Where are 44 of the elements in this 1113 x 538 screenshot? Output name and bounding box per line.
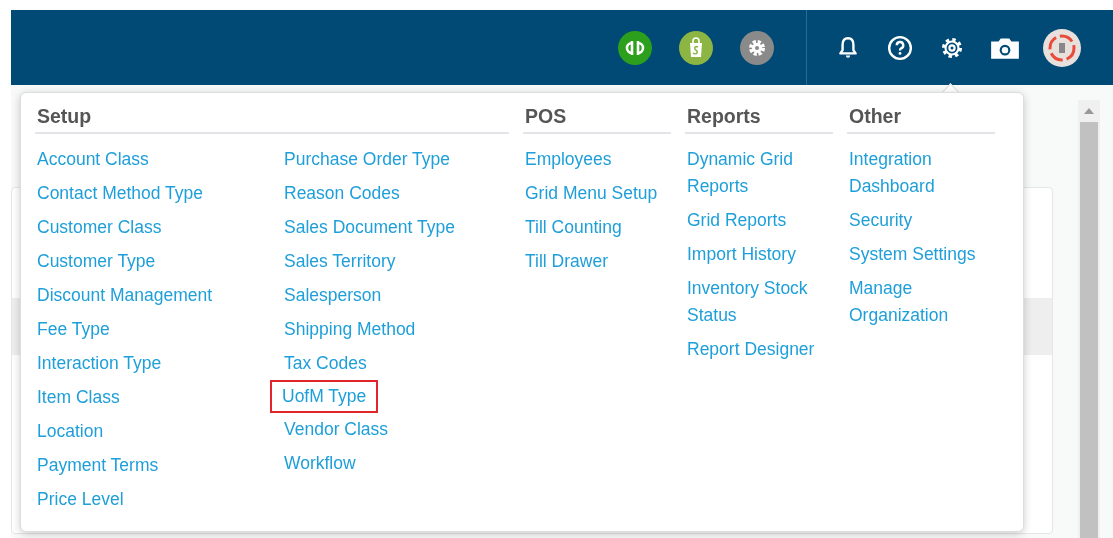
avatar-icon[interactable]: [1043, 28, 1081, 67]
gear-icon[interactable]: [740, 30, 774, 65]
menu-link[interactable]: Contact Method Type: [33, 178, 208, 209]
menu-link[interactable]: UofM Type: [270, 380, 379, 413]
menu-link[interactable]: Tax Codes: [280, 348, 371, 379]
quickbooks-icon[interactable]: [618, 30, 652, 65]
menu-link[interactable]: Till Counting: [521, 212, 626, 243]
menu-link[interactable]: Integration Dashboard: [845, 144, 995, 202]
menu-link[interactable]: Dynamic Grid Reports: [683, 144, 833, 202]
menu-link[interactable]: Shipping Method: [280, 314, 420, 345]
menu-link[interactable]: Item Class: [33, 382, 124, 413]
menu-link[interactable]: Salesperson: [280, 280, 386, 311]
menu-link[interactable]: Customer Type: [33, 246, 160, 277]
menu-link[interactable]: Interaction Type: [33, 348, 166, 379]
menu-link[interactable]: Inventory Stock Status: [683, 273, 833, 331]
menu-link[interactable]: System Settings: [845, 239, 980, 270]
scrollbar[interactable]: [1078, 100, 1100, 538]
menu-link[interactable]: Sales Territory: [280, 246, 400, 277]
menu-link[interactable]: Workflow: [280, 448, 360, 479]
menu-link[interactable]: Sales Document Type: [280, 212, 459, 243]
menu-link[interactable]: Purchase Order Type: [280, 144, 454, 175]
section-heading: Setup: [35, 105, 509, 134]
menu-link[interactable]: Manage Organization: [845, 273, 995, 331]
menu-link[interactable]: Price Level: [33, 484, 128, 515]
menu-link[interactable]: Till Drawer: [521, 246, 612, 277]
menu-link[interactable]: Fee Type: [33, 314, 114, 345]
menu-link[interactable]: Report Designer: [683, 334, 819, 365]
section-heading: Other: [847, 105, 995, 134]
help-icon[interactable]: [887, 34, 913, 61]
menu-link[interactable]: Import History: [683, 239, 800, 270]
menu-link[interactable]: Grid Menu Setup: [521, 178, 662, 209]
menu-link[interactable]: Employees: [521, 144, 616, 175]
menu-link[interactable]: Vendor Class: [280, 414, 393, 445]
shopping-bag-icon[interactable]: [679, 30, 713, 65]
menu-link[interactable]: Grid Reports: [683, 205, 791, 236]
menu-link[interactable]: Customer Class: [33, 212, 166, 243]
menu-link[interactable]: Payment Terms: [33, 450, 163, 481]
menu-link[interactable]: Discount Management: [33, 280, 217, 311]
menu-link[interactable]: Reason Codes: [280, 178, 404, 209]
menu-link[interactable]: Account Class: [33, 144, 153, 175]
section-heading: Reports: [685, 105, 833, 134]
menu-link[interactable]: Location: [33, 416, 108, 447]
section-heading: POS: [523, 105, 671, 134]
menu-link[interactable]: Security: [845, 205, 917, 236]
